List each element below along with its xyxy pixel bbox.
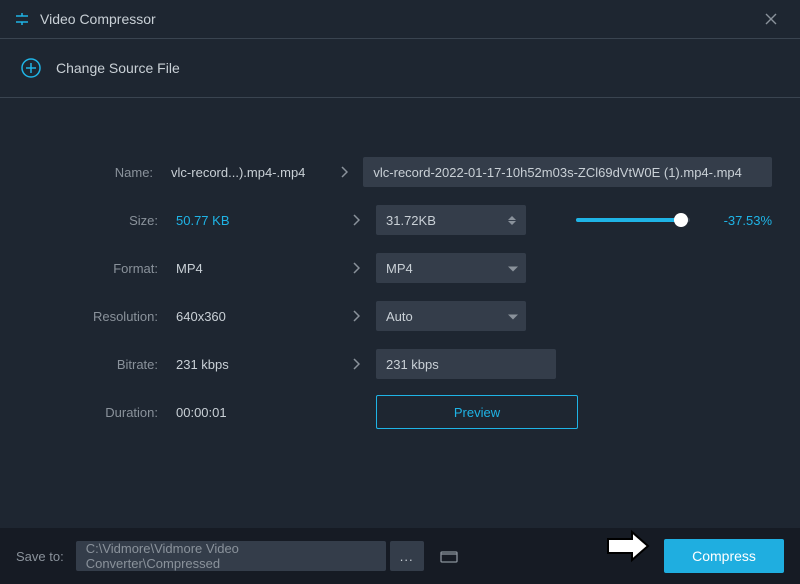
add-icon	[20, 57, 42, 79]
chevron-down-icon	[508, 309, 518, 324]
resolution-output-select[interactable]: Auto	[376, 301, 526, 331]
chevron-right-icon	[325, 166, 363, 178]
name-output-input[interactable]: vlc-record-2022-01-17-10h52m03s-ZCl69dVt…	[363, 157, 772, 187]
chevron-down-icon	[508, 261, 518, 276]
slider-thumb[interactable]	[674, 213, 688, 227]
change-source-label: Change Source File	[56, 60, 180, 76]
format-current: MP4	[176, 261, 336, 276]
format-output-select[interactable]: MP4	[376, 253, 526, 283]
resolution-label: Resolution:	[28, 309, 176, 324]
save-to-label: Save to:	[16, 549, 64, 564]
folder-icon	[440, 549, 458, 563]
row-name: Name: vlc-record...).mp4-.mp4 vlc-record…	[28, 148, 772, 196]
app-icon	[14, 11, 30, 27]
footer-bar: Save to: C:\Vidmore\Vidmore Video Conver…	[0, 528, 800, 584]
chevron-right-icon	[336, 214, 376, 226]
row-format: Format: MP4 MP4	[28, 244, 772, 292]
chevron-right-icon	[336, 358, 376, 370]
save-path-field[interactable]: C:\Vidmore\Vidmore Video Converter\Compr…	[76, 541, 386, 571]
settings-form: Name: vlc-record...).mp4-.mp4 vlc-record…	[0, 98, 800, 436]
change-source-row[interactable]: Change Source File	[0, 39, 800, 98]
close-button[interactable]	[756, 4, 786, 34]
chevron-right-icon	[336, 262, 376, 274]
name-current: vlc-record...).mp4-.mp4	[171, 165, 325, 180]
size-label: Size:	[28, 213, 176, 228]
duration-label: Duration:	[28, 405, 176, 420]
bitrate-output-input[interactable]: 231 kbps	[376, 349, 556, 379]
compress-button[interactable]: Compress	[664, 539, 784, 573]
stepper-arrows-icon[interactable]	[508, 216, 516, 225]
bitrate-label: Bitrate:	[28, 357, 176, 372]
title-bar: Video Compressor	[0, 0, 800, 39]
size-slider[interactable]	[576, 218, 690, 222]
browse-button[interactable]: ...	[390, 541, 424, 571]
size-output-value: 31.72KB	[386, 213, 436, 228]
row-bitrate: Bitrate: 231 kbps 231 kbps	[28, 340, 772, 388]
format-output-value: MP4	[386, 261, 413, 276]
slider-fill	[576, 218, 681, 222]
name-output-value: vlc-record-2022-01-17-10h52m03s-ZCl69dVt…	[373, 165, 741, 180]
save-path-value: C:\Vidmore\Vidmore Video Converter\Compr…	[86, 541, 376, 571]
duration-current: 00:00:01	[176, 405, 336, 420]
bitrate-current: 231 kbps	[176, 357, 336, 372]
size-current: 50.77 KB	[176, 213, 336, 228]
row-duration: Duration: 00:00:01 Preview	[28, 388, 772, 436]
format-label: Format:	[28, 261, 176, 276]
preview-button[interactable]: Preview	[376, 395, 578, 429]
bitrate-output-value: 231 kbps	[386, 357, 439, 372]
resolution-output-value: Auto	[386, 309, 413, 324]
size-output-stepper[interactable]: 31.72KB	[376, 205, 526, 235]
name-label: Name:	[28, 165, 171, 180]
size-reduction: -37.53%	[690, 213, 772, 228]
window-title: Video Compressor	[40, 11, 156, 27]
resolution-current: 640x360	[176, 309, 336, 324]
chevron-right-icon	[336, 310, 376, 322]
row-size: Size: 50.77 KB 31.72KB -37.53%	[28, 196, 772, 244]
row-resolution: Resolution: 640x360 Auto	[28, 292, 772, 340]
open-folder-button[interactable]	[434, 541, 464, 571]
